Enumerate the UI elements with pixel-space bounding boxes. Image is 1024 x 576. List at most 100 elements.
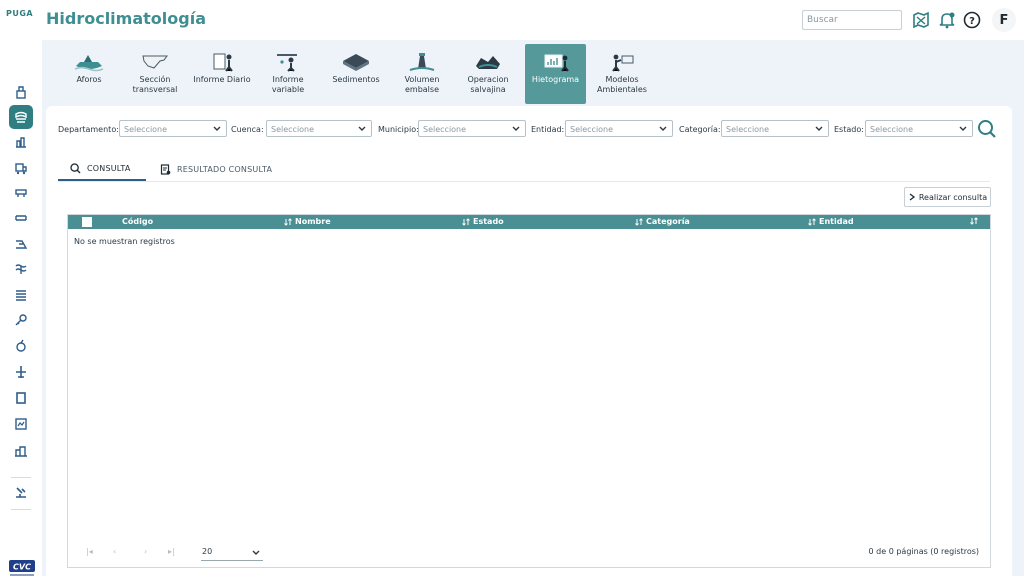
hyetograph-icon — [544, 54, 569, 72]
tool-informe-variable[interactable]: Informe variable — [260, 44, 316, 104]
consulta-tabs: CONSULTA RESULTADO CONSULTA — [58, 158, 990, 182]
page-size-value: 20 — [202, 547, 213, 556]
chevron-right-icon — [909, 193, 915, 201]
chevron-down-icon — [358, 126, 366, 131]
municipio-select[interactable]: Seleccione — [418, 120, 526, 137]
report-icon — [160, 164, 171, 175]
grid-header: Código Nombre Estado Categoría Entidad — [68, 215, 990, 229]
departamento-select[interactable]: Seleccione — [119, 120, 227, 137]
tool-label: Aforos — [76, 75, 102, 84]
tool-seccion-transversal[interactable]: Sección transversal — [128, 44, 182, 104]
tool-label: Modelos Ambientales — [597, 75, 647, 94]
chevron-down-icon — [815, 126, 823, 131]
sidebar-item-chart-building[interactable] — [9, 130, 33, 154]
cuenca-select[interactable]: Seleccione — [266, 120, 372, 137]
column-header-codigo[interactable]: Código — [122, 217, 153, 226]
tool-sedimentos[interactable]: Sedimentos — [326, 44, 386, 104]
sidebar-item-channel[interactable] — [9, 206, 33, 230]
tab-consulta[interactable]: CONSULTA — [58, 158, 146, 181]
cvc-logo-text: CVC — [13, 563, 31, 572]
column-options[interactable] — [970, 217, 978, 225]
sidebar-item-layers[interactable] — [9, 283, 33, 307]
sidebar-item-book[interactable] — [9, 386, 33, 410]
filter-bar: Departamento: Seleccione Cuenca: Selecci… — [58, 120, 998, 140]
tool-label: Informe Diario — [193, 75, 251, 84]
realizar-consulta-button[interactable]: Realizar consulta — [904, 187, 991, 207]
filter-label-cuenca: Cuenca: — [231, 125, 264, 134]
sidebar-item-water-waves[interactable] — [9, 257, 33, 281]
layers-icon — [16, 290, 26, 301]
cvc-logo: CVC — [8, 558, 36, 576]
next-page-icon[interactable]: › — [144, 547, 147, 556]
estado-select[interactable]: Seleccione — [865, 120, 973, 137]
tool-volumen-embalse[interactable]: Volumen embalse — [394, 44, 450, 104]
column-label: Código — [122, 217, 154, 226]
tool-informe-diario[interactable]: Informe Diario — [190, 44, 254, 104]
chevron-down-icon — [213, 126, 221, 131]
last-page-icon[interactable]: ▸| — [168, 547, 175, 556]
help-icon[interactable]: ? — [961, 9, 983, 31]
tool-aforos[interactable]: Aforos — [60, 44, 118, 104]
buildings-icon — [15, 446, 27, 457]
drill-icon — [16, 487, 26, 498]
column-label: Nombre — [295, 217, 331, 226]
column-header-categoria[interactable]: Categoría — [635, 217, 690, 226]
entidad-select[interactable]: Seleccione — [565, 120, 673, 137]
tool-operacion-salvajina[interactable]: Operacion salvajina — [458, 44, 518, 104]
column-label: Estado — [473, 217, 504, 226]
sidebar-item-tree[interactable] — [9, 334, 33, 358]
map-settings-icon[interactable] — [910, 9, 932, 31]
sidebar-item-airplane[interactable] — [9, 360, 33, 384]
tool-label: Operacion salvajina — [467, 75, 509, 94]
filter-label-entidad: Entidad: — [531, 125, 565, 134]
categoria-select[interactable]: Seleccione — [721, 120, 829, 137]
pagination: |◂ ‹ › ▸| 20 0 de 0 páginas (0 registros… — [68, 543, 990, 563]
sidebar-item-slope[interactable] — [9, 232, 33, 256]
sidebar-item-dam[interactable] — [9, 105, 33, 129]
page-size-select[interactable]: 20 — [201, 545, 263, 561]
slope-icon — [16, 240, 28, 249]
column-label: Categoría — [646, 217, 690, 226]
first-page-icon[interactable]: |◂ — [86, 547, 93, 556]
column-label: Entidad — [819, 217, 854, 226]
column-header-entidad[interactable]: Entidad — [808, 217, 854, 226]
filter-search-button[interactable] — [977, 119, 997, 139]
sidebar-item-drill[interactable] — [9, 480, 33, 504]
search-input[interactable] — [802, 10, 902, 30]
search-icon — [70, 163, 81, 174]
estado-value: Seleccione — [870, 125, 914, 134]
tool-hietograma[interactable]: Hietograma — [525, 44, 586, 104]
key-icon — [15, 314, 27, 326]
sidebar-item-buildings[interactable] — [9, 439, 33, 463]
daily-report-icon — [213, 53, 233, 72]
sidebar-item-key[interactable] — [9, 308, 33, 332]
sidebar-item-bridge[interactable] — [9, 181, 33, 205]
column-header-estado[interactable]: Estado — [462, 217, 504, 226]
water-waves-icon — [15, 264, 27, 274]
app-logo: PUGA — [6, 9, 34, 18]
sidebar-item-document-chart[interactable] — [9, 412, 33, 436]
bell-icon[interactable] — [936, 9, 958, 31]
municipio-value: Seleccione — [423, 125, 467, 134]
sort-icon — [284, 217, 292, 226]
cross-section-icon — [142, 55, 168, 69]
sort-icon — [462, 217, 470, 226]
lighthouse-icon — [409, 53, 435, 71]
chevron-down-icon — [512, 126, 520, 131]
tab-resultado-consulta[interactable]: RESULTADO CONSULTA — [160, 158, 290, 181]
filter-label-estado: Estado: — [834, 125, 864, 134]
top-bar: PUGA Hidroclimatología ? F — [0, 0, 1024, 40]
select-all-checkbox[interactable] — [82, 217, 92, 227]
book-icon — [16, 392, 26, 404]
previous-page-icon[interactable]: ‹ — [113, 547, 116, 556]
tool-modelos-ambientales[interactable]: Modelos Ambientales — [594, 44, 650, 104]
pagination-info: 0 de 0 páginas (0 registros) — [868, 547, 979, 556]
sidebar-item-water-tower[interactable] — [9, 80, 33, 104]
sidebar-divider — [11, 509, 31, 510]
tool-label: Volumen embalse — [404, 75, 440, 94]
boat-icon — [74, 55, 104, 72]
sidebar-item-truck[interactable] — [9, 156, 33, 180]
column-header-nombre[interactable]: Nombre — [284, 217, 331, 226]
avatar[interactable]: F — [992, 8, 1016, 32]
departamento-value: Seleccione — [124, 125, 168, 134]
